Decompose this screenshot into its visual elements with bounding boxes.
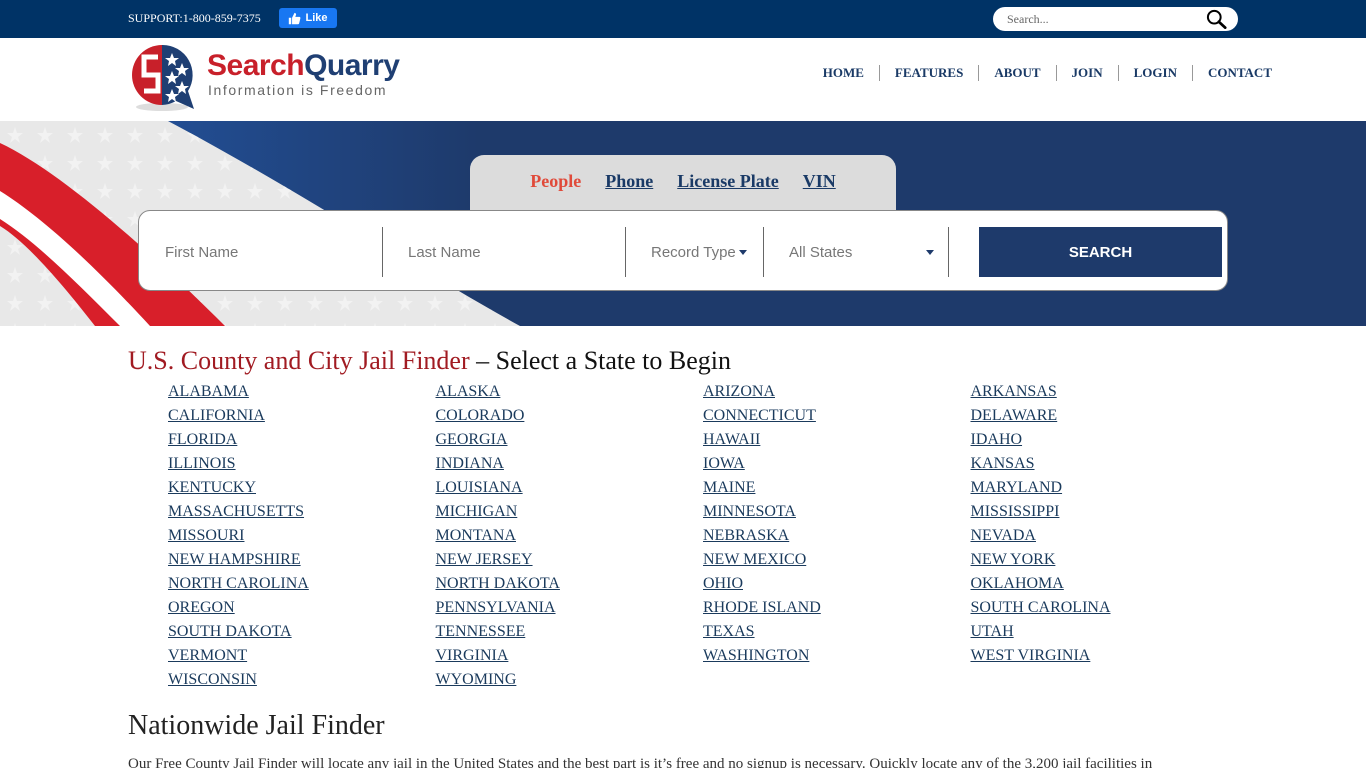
last-name-input[interactable] <box>408 243 623 261</box>
state-link[interactable]: HAWAII <box>703 428 971 452</box>
state-link[interactable]: GEORGIA <box>436 428 704 452</box>
state-link[interactable]: NORTH CAROLINA <box>168 572 436 596</box>
record-type-label: Record Type <box>651 243 736 261</box>
state-link[interactable]: NORTH DAKOTA <box>436 572 704 596</box>
state-select[interactable]: All States <box>789 227 934 277</box>
caret-down-icon <box>926 250 934 255</box>
state-link[interactable]: INDIANA <box>436 452 704 476</box>
state-link[interactable]: VIRGINIA <box>436 644 704 668</box>
state-link[interactable]: MAINE <box>703 476 971 500</box>
state-link[interactable]: WEST VIRGINIA <box>971 644 1239 668</box>
state-link[interactable]: NEBRASKA <box>703 524 971 548</box>
state-link[interactable]: COLORADO <box>436 404 704 428</box>
state-link[interactable]: KENTUCKY <box>168 476 436 500</box>
top-bar: SUPPORT:1-800-859-7375 Like <box>0 0 1366 38</box>
state-link[interactable]: MASSACHUSETTS <box>168 500 436 524</box>
state-select-label: All States <box>789 243 853 261</box>
state-link[interactable]: OHIO <box>703 572 971 596</box>
field-divider <box>948 227 949 277</box>
state-link[interactable]: LOUISIANA <box>436 476 704 500</box>
main-nav: HOME FEATURES ABOUT JOIN LOGIN CONTACT <box>808 65 1272 81</box>
tab-people[interactable]: People <box>530 171 581 192</box>
search-icon[interactable] <box>1206 9 1228 29</box>
state-link[interactable]: SOUTH DAKOTA <box>168 620 436 644</box>
state-link[interactable]: IOWA <box>703 452 971 476</box>
nav-join[interactable]: JOIN <box>1055 65 1118 81</box>
tab-phone[interactable]: Phone <box>605 171 653 192</box>
state-link[interactable]: WYOMING <box>436 668 704 692</box>
state-link[interactable]: ILLINOIS <box>168 452 436 476</box>
state-link[interactable]: NEW YORK <box>971 548 1239 572</box>
people-search-form: Record Type All States SEARCH <box>138 210 1228 291</box>
state-link[interactable]: ARKANSAS <box>971 380 1239 404</box>
state-link[interactable]: MISSOURI <box>168 524 436 548</box>
state-link[interactable]: NEW MEXICO <box>703 548 971 572</box>
tab-vin[interactable]: VIN <box>803 171 836 192</box>
caret-down-icon <box>738 249 747 255</box>
state-link[interactable]: NEW JERSEY <box>436 548 704 572</box>
state-list: ALABAMA ALASKA ARIZONA ARKANSAS CALIFORNIA CO… <box>168 380 1366 692</box>
state-link[interactable]: KANSAS <box>971 452 1239 476</box>
site-search-input[interactable] <box>1007 11 1197 27</box>
intro-paragraph: Our Free County Jail Finder will locate … <box>128 756 1153 768</box>
nav-contact[interactable]: CONTACT <box>1191 65 1272 81</box>
header: SearchQuarry Information is Freedom HOME… <box>0 38 1366 121</box>
state-link[interactable]: SOUTH CAROLINA <box>971 596 1239 620</box>
state-link[interactable]: TENNESSEE <box>436 620 704 644</box>
hero-banner: People Phone License Plate VIN Record Ty… <box>0 121 1366 326</box>
state-link[interactable]: ALABAMA <box>168 380 436 404</box>
support-phone: SUPPORT:1-800-859-7375 <box>128 11 261 25</box>
first-name-field <box>165 227 380 277</box>
nav-about[interactable]: ABOUT <box>978 65 1055 81</box>
record-type-select[interactable]: Record Type <box>651 227 763 277</box>
section-heading: Nationwide Jail Finder <box>128 710 385 741</box>
logo[interactable]: SearchQuarry Information is Freedom <box>130 41 430 113</box>
first-name-input[interactable] <box>165 243 380 261</box>
state-link[interactable]: VERMONT <box>168 644 436 668</box>
state-link[interactable]: DELAWARE <box>971 404 1239 428</box>
site-search <box>993 7 1238 31</box>
nav-features[interactable]: FEATURES <box>878 65 978 81</box>
facebook-like-label: Like <box>305 12 328 24</box>
state-link[interactable]: MARYLAND <box>971 476 1239 500</box>
facebook-like-button[interactable]: Like <box>279 8 337 28</box>
state-link[interactable]: TEXAS <box>703 620 971 644</box>
state-link[interactable]: MONTANA <box>436 524 704 548</box>
main-content: U.S. County and City Jail Finder – Selec… <box>0 346 1366 768</box>
state-link[interactable]: PENNSYLVANIA <box>436 596 704 620</box>
state-link[interactable]: MINNESOTA <box>703 500 971 524</box>
thumbs-up-icon <box>289 12 301 24</box>
state-link[interactable]: IDAHO <box>971 428 1239 452</box>
state-link[interactable]: CONNECTICUT <box>703 404 971 428</box>
last-name-field <box>408 227 623 277</box>
field-divider <box>382 227 383 277</box>
logo-wordmark: SearchQuarry <box>207 49 400 82</box>
field-divider <box>763 227 764 277</box>
tab-license-plate[interactable]: License Plate <box>677 171 778 192</box>
state-link[interactable]: ALASKA <box>436 380 704 404</box>
state-link[interactable]: WISCONSIN <box>168 668 436 692</box>
state-link[interactable]: OREGON <box>168 596 436 620</box>
state-link[interactable]: NEVADA <box>971 524 1239 548</box>
search-button[interactable]: SEARCH <box>979 227 1222 277</box>
field-divider <box>625 227 626 277</box>
state-link[interactable]: RHODE ISLAND <box>703 596 971 620</box>
page-title: U.S. County and City Jail Finder – Selec… <box>128 346 732 375</box>
logo-tagline: Information is Freedom <box>208 82 388 98</box>
state-link[interactable]: MISSISSIPPI <box>971 500 1239 524</box>
logo-emblem-icon <box>132 44 194 111</box>
state-link[interactable]: UTAH <box>971 620 1239 644</box>
nav-login[interactable]: LOGIN <box>1117 65 1192 81</box>
state-link[interactable]: NEW HAMPSHIRE <box>168 548 436 572</box>
search-type-tabs: People Phone License Plate VIN <box>470 155 896 211</box>
state-link[interactable]: OKLAHOMA <box>971 572 1239 596</box>
state-link[interactable]: ARIZONA <box>703 380 971 404</box>
state-link[interactable]: FLORIDA <box>168 428 436 452</box>
state-link[interactable]: WASHINGTON <box>703 644 971 668</box>
state-link[interactable]: MICHIGAN <box>436 500 704 524</box>
nav-home[interactable]: HOME <box>808 65 879 81</box>
state-link[interactable]: CALIFORNIA <box>168 404 436 428</box>
